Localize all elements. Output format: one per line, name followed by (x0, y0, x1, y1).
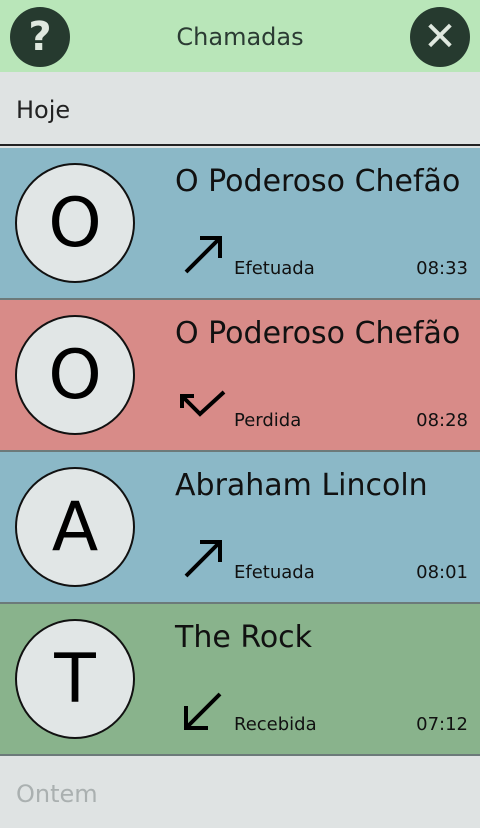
contact-name: The Rock (175, 620, 313, 655)
section-header-yesterday: Ontem (0, 756, 480, 828)
contact-name: O Poderoso Chefão (175, 316, 461, 351)
contact-name: O Poderoso Chefão (175, 164, 461, 199)
incoming-arrow-icon (184, 692, 222, 730)
missed-call-arrow-icon (180, 390, 226, 417)
close-icon: ✕ (423, 14, 457, 60)
section-header-today: Hoje (0, 72, 480, 146)
call-type: Perdida (234, 410, 302, 431)
call-time: 08:33 (416, 258, 468, 279)
call-time: 08:01 (416, 562, 468, 583)
contact-name: Abraham Lincoln (175, 468, 428, 503)
outgoing-arrow-icon (184, 540, 222, 578)
call-type: Efetuada (234, 258, 315, 279)
avatar: O (15, 163, 135, 283)
section-label: Ontem (16, 780, 98, 808)
section-label: Hoje (16, 96, 71, 124)
call-row[interactable]: O O Poderoso Chefão Perdida 08:28 (0, 300, 480, 452)
avatar: A (15, 467, 135, 587)
page-title: Chamadas (176, 23, 304, 51)
outgoing-arrow-icon (184, 236, 222, 274)
avatar: T (15, 619, 135, 739)
call-row[interactable]: T The Rock Recebida 07:12 (0, 604, 480, 756)
call-row[interactable]: O O Poderoso Chefão Efetuada 08:33 (0, 148, 480, 300)
top-bar: ? Chamadas ✕ (0, 0, 480, 72)
call-row[interactable]: A Abraham Lincoln Efetuada 08:01 (0, 452, 480, 604)
call-time: 08:28 (416, 410, 468, 431)
close-button[interactable]: ✕ (410, 7, 470, 67)
avatar: O (15, 315, 135, 435)
call-type: Efetuada (234, 562, 315, 583)
call-time: 07:12 (416, 714, 468, 735)
call-type: Recebida (234, 714, 317, 735)
